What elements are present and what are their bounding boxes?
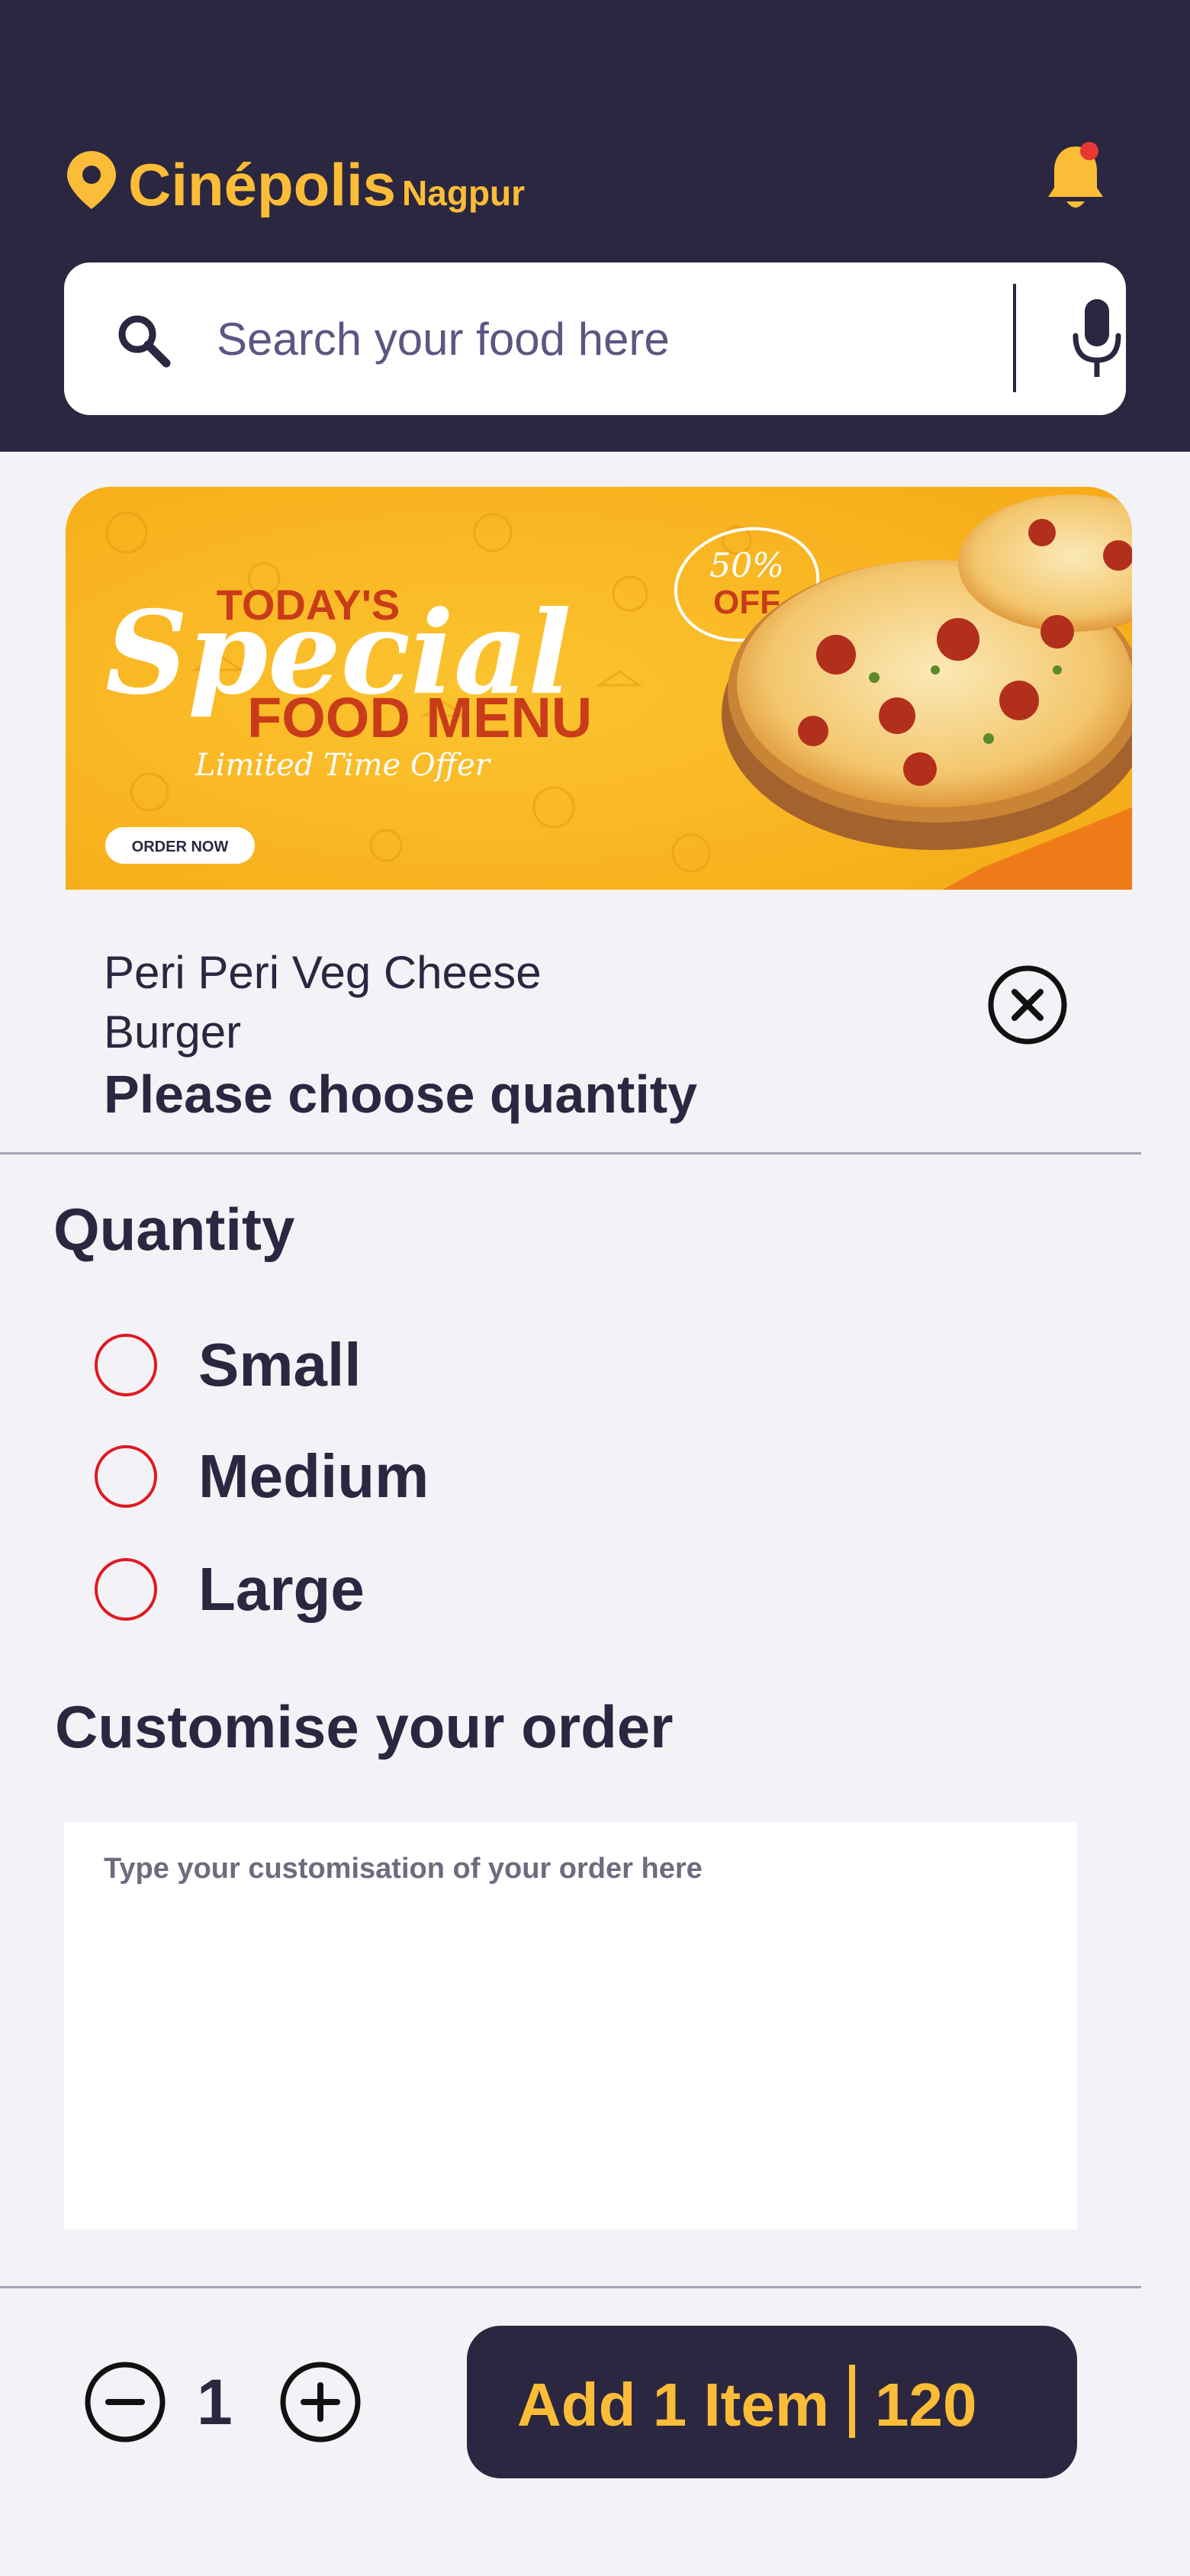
banner-order-now[interactable]: ORDER NOW	[132, 839, 229, 855]
quantity-title: Quantity	[53, 1196, 295, 1263]
radio-button[interactable]	[95, 1558, 157, 1621]
banner-badge-top: 50%	[709, 546, 784, 585]
quantity-option-large[interactable]: Large	[95, 1549, 781, 1633]
add-to-cart-button[interactable]: Add 1 Item 120	[467, 2326, 1077, 2478]
footer-divider	[0, 2286, 1141, 2288]
section-divider	[0, 1152, 1141, 1154]
add-button-label: Add 1 Item	[517, 2370, 829, 2439]
button-separator	[848, 2364, 855, 2438]
plus-icon[interactable]	[279, 2361, 362, 2443]
quantity-option-small[interactable]: Small	[95, 1325, 781, 1409]
mic-icon[interactable]	[1069, 296, 1124, 382]
option-label: Medium	[198, 1442, 429, 1510]
app-header: Cinépolis Nagpur	[0, 0, 1190, 452]
minus-icon[interactable]	[84, 2361, 166, 2443]
search-divider	[1013, 284, 1016, 392]
quantity-count: 1	[197, 2366, 233, 2438]
item-name: Peri Peri Veg Cheese Burger	[104, 947, 542, 1058]
city-name: Nagpur	[402, 173, 526, 213]
customisation-textarea[interactable]	[64, 1822, 1077, 2230]
bell-icon[interactable]	[1044, 140, 1108, 214]
search-bar[interactable]	[64, 262, 1126, 415]
radio-button[interactable]	[95, 1445, 157, 1508]
brand-location[interactable]: Cinépolis Nagpur	[128, 150, 525, 228]
radio-button[interactable]	[95, 1334, 157, 1396]
promo-banner-art: TODAY'S Special FOOD MENU Limited Time O…	[66, 487, 1132, 890]
location-pin-icon[interactable]	[64, 150, 119, 211]
banner-tagline: Limited Time Offer	[195, 748, 492, 783]
search-input[interactable]	[217, 301, 1040, 377]
customise-title: Customise your order	[55, 1693, 674, 1760]
quantity-option-medium[interactable]: Medium	[95, 1436, 781, 1520]
search-icon[interactable]	[113, 310, 174, 371]
notification-dot	[1080, 142, 1098, 160]
option-label: Small	[198, 1331, 362, 1399]
promo-banner[interactable]: TODAY'S Special FOOD MENU Limited Time O…	[66, 487, 1132, 890]
option-label: Large	[198, 1555, 365, 1623]
close-icon[interactable]	[987, 964, 1068, 1045]
brand-name: Cinépolis	[128, 151, 397, 218]
add-button-price: 120	[874, 2370, 977, 2439]
item-subtitle: Please choose quantity	[104, 1064, 698, 1124]
banner-title-line2: FOOD MENU	[247, 686, 592, 749]
